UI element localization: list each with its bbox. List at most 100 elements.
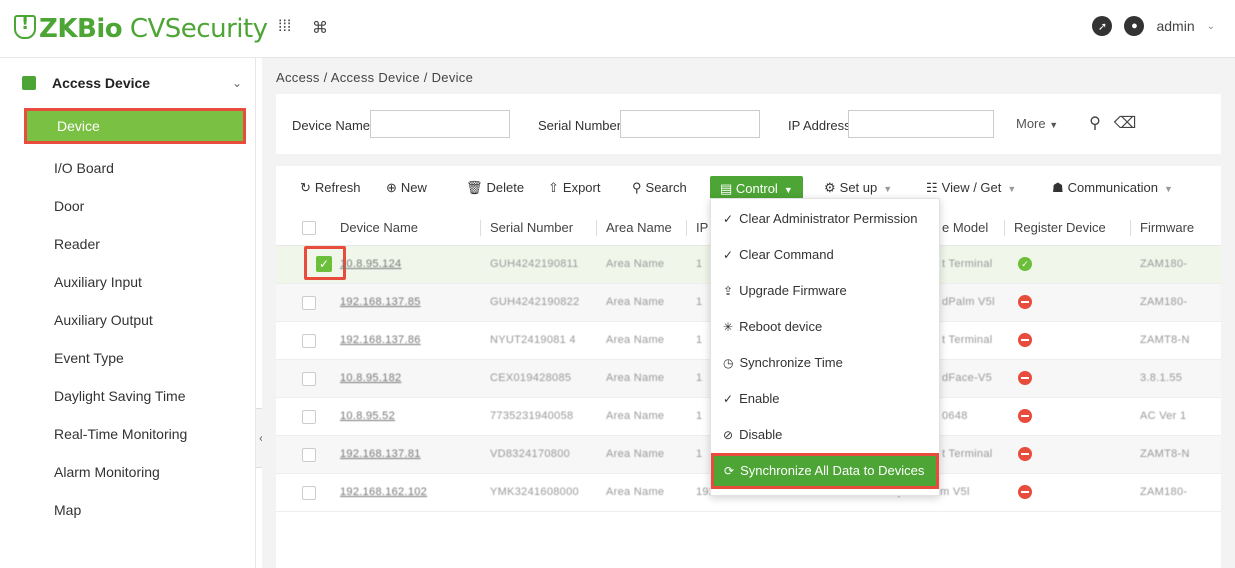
select-all-checkbox[interactable] [302,221,316,235]
sidebar-item-auxiliary-output[interactable]: Auxiliary Output [0,302,256,338]
ip-address-input[interactable] [848,110,994,138]
new-button[interactable]: ⊕ New [386,180,427,196]
communication-button[interactable]: ☗ Communication ▼ [1052,180,1173,196]
register-ok-icon: ✓ [1018,257,1032,271]
menu-item-synchronize-all-data[interactable]: ⟳ Synchronize All Data to Devices [711,453,939,489]
setup-button[interactable]: ⚙ Set up ▼ [824,180,892,196]
sidebar-item-alarm-monitoring[interactable]: Alarm Monitoring [0,454,256,490]
apps-grid-icon[interactable]: ⁞⁞⁞ [278,18,291,36]
row-checkbox[interactable] [302,410,316,424]
serial-cell: VD8324170800 [490,448,571,460]
view-get-label: View / Get [941,180,1002,195]
area-cell: Area Name [606,448,665,460]
shortcut-icon[interactable]: ⌘ [312,18,328,38]
menu-label: Synchronize Time [739,355,843,370]
sidebar-item-door[interactable]: Door [0,188,256,224]
app-logo[interactable]: ZKBio CVSecurity [14,13,268,44]
sidebar-item-io-board[interactable]: I/O Board [0,150,256,186]
search-icon[interactable]: ⚲ [1082,110,1108,136]
new-icon: ⊕ [386,180,397,195]
register-no-icon [1018,295,1032,309]
refresh-button[interactable]: ↻ Refresh [300,180,360,196]
col-serial-number[interactable]: Serial Number [490,220,573,235]
breadcrumb: Access / Access Device / Device [276,70,474,85]
menu-label: Disable [739,427,783,442]
col-device-name[interactable]: Device Name [340,220,418,235]
menu-item-clear-command[interactable]: ✓ Clear Command [711,237,941,273]
serial-number-input[interactable] [620,110,760,138]
export-button[interactable]: ⇧ Export [548,180,600,196]
chevron-down-icon[interactable]: ⌄ [1207,21,1215,32]
menu-item-synchronize-time[interactable]: ◷ Synchronize Time [711,345,941,381]
row-checkbox[interactable] [302,296,316,310]
sidebar-item-map[interactable]: Map [0,492,256,528]
refresh-label: Refresh [314,180,361,195]
delete-button[interactable]: 🗑 Delete [466,180,524,196]
firmware-cell: ZAM180- [1140,296,1188,308]
export-icon: ⇧ [548,180,559,195]
serial-cell: YMK3241608000 [490,486,579,498]
serial-cell: GUH4242190811 [490,258,579,270]
username[interactable]: admin [1156,18,1194,34]
firmware-cell: ZAM180- [1140,486,1188,498]
row-checkbox[interactable] [302,372,316,386]
device-name-link[interactable]: 192.168.162.102 [340,486,470,498]
col-firmware[interactable]: Firmware [1140,220,1194,235]
menu-item-upgrade-firmware[interactable]: ⇪ Upgrade Firmware [711,273,941,309]
caret-down-icon: ▼ [1163,184,1173,194]
clear-eraser-icon[interactable]: ⌫ [1112,110,1138,136]
row-checkbox[interactable] [302,486,316,500]
device-name-link[interactable]: 10.8.95.182 [340,372,470,384]
device-name-link[interactable]: 192.168.137.86 [340,334,470,346]
menu-item-enable[interactable]: ✓ Enable [711,381,941,417]
register-no-icon [1018,485,1032,499]
sidebar-item-device[interactable]: Device [24,108,246,144]
col-register-device[interactable]: Register Device [1014,220,1106,235]
sidebar-header-access-device[interactable]: Access Device ⌄ [22,70,246,96]
sync-icon: ⟳ [724,464,735,478]
menu-item-reboot-device[interactable]: ✳ Reboot device [711,309,941,345]
row-checkbox[interactable] [302,448,316,462]
caret-down-icon: ▼ [883,184,893,194]
ip-cell: 1 [696,410,703,422]
menu-item-disable[interactable]: ⊘ Disable [711,417,941,453]
row-checkbox-checked[interactable]: ✓ [316,256,332,272]
user-avatar-icon[interactable]: ● [1124,16,1145,36]
control-label: Control [735,181,778,196]
sidebar-item-event-type[interactable]: Event Type [0,340,256,376]
ip-cell: 1 [696,296,703,308]
sidebar-item-daylight-saving-time[interactable]: Daylight Saving Time [0,378,256,414]
serial-number-label: Serial Number [538,118,622,133]
device-name-link[interactable]: 10.8.95.52 [340,410,470,422]
more-filters-button[interactable]: More ▼ [1016,116,1058,131]
device-name-input[interactable] [370,110,510,138]
ip-cell: 1 [696,334,703,346]
disable-icon: ⊘ [723,428,734,442]
col-ip[interactable]: IP [696,220,708,235]
view-icon: ☷ [926,180,938,195]
compass-icon[interactable]: ➚ [1092,16,1113,36]
device-name-label: Device Name [292,118,371,133]
device-name-link[interactable]: 10.8.95.124 [340,258,470,270]
col-device-model[interactable]: e Model [942,220,988,235]
ip-cell: 1 [696,372,703,384]
filter-panel: Device Name Serial Number IP Address Mor… [276,94,1221,154]
device-name-link[interactable]: 192.168.137.81 [340,448,470,460]
menu-label: Upgrade Firmware [739,283,847,298]
col-area-name[interactable]: Area Name [606,220,672,235]
sidebar-item-reader[interactable]: Reader [0,226,256,262]
trash-icon: 🗑 [466,180,483,195]
communication-icon: ☗ [1052,180,1064,195]
menu-item-clear-admin-permission[interactable]: ✓ Clear Administrator Permission [711,201,941,237]
sidebar-item-real-time-monitoring[interactable]: Real-Time Monitoring [0,416,256,452]
sidebar-item-auxiliary-input[interactable]: Auxiliary Input [0,264,256,300]
device-name-link[interactable]: 192.168.137.85 [340,296,470,308]
col-separator [480,220,481,236]
search-button[interactable]: ⚲ Search [632,180,687,196]
row-checkbox[interactable] [302,334,316,348]
gear-icon: ⚙ [824,180,836,195]
new-label: New [400,180,427,195]
view-get-button[interactable]: ☷ View / Get ▼ [926,180,1016,196]
firmware-cell: ZAMT8-N [1140,334,1190,346]
refresh-icon: ↻ [300,180,311,195]
